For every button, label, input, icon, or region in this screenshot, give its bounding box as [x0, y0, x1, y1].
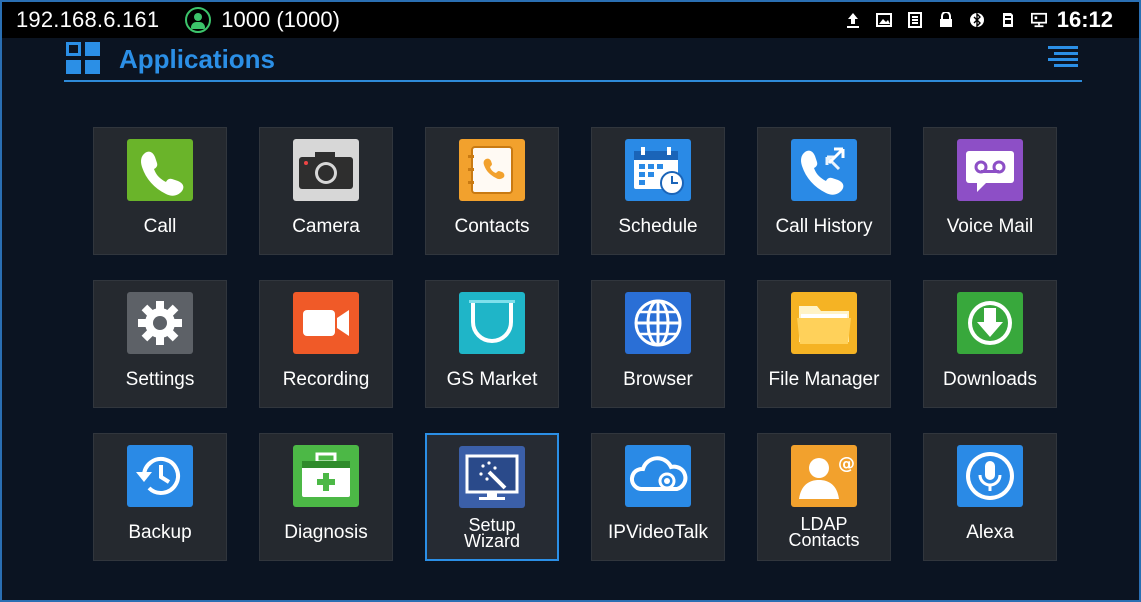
folder-icon	[791, 292, 857, 354]
app-label: Diagnosis	[284, 522, 368, 543]
download-icon	[957, 292, 1023, 354]
app-label: Call	[143, 216, 177, 237]
clock: 16:12	[1056, 7, 1113, 32]
sim-icon	[907, 12, 923, 28]
app-label: Contacts	[454, 216, 530, 237]
globe-icon	[625, 292, 691, 354]
lock-icon	[938, 12, 954, 28]
ip-address: 192.168.6.161	[16, 7, 160, 32]
app-tile-alexa[interactable]: Alexa	[923, 433, 1057, 561]
page-title: Applications	[119, 44, 276, 74]
phone-icon	[127, 139, 193, 201]
app-tile-setup-wizard[interactable]: Setup Wizard	[425, 433, 559, 561]
menu-icon[interactable]	[1044, 46, 1078, 70]
app-tile-contacts[interactable]: Contacts	[425, 127, 559, 255]
app-label: Schedule	[618, 216, 698, 237]
cloud-video-icon	[625, 445, 691, 507]
bluetooth-icon	[969, 12, 985, 28]
setup-wizard-icon	[459, 446, 525, 508]
app-label: Alexa	[966, 522, 1014, 543]
app-label: GS Market	[446, 369, 538, 390]
camera-icon	[293, 139, 359, 201]
app-tile-voice-mail[interactable]: Voice Mail	[923, 127, 1057, 255]
backup-restore-icon	[127, 445, 193, 507]
market-bag-icon	[459, 292, 525, 354]
screen: 192.168.6.161 1000 (1000) 16:12 Applicat…	[0, 0, 1141, 602]
app-label: Downloads	[943, 369, 1037, 390]
image-icon	[875, 12, 892, 28]
app-label: Call History	[775, 216, 873, 237]
ldap-contact-icon: @	[791, 445, 857, 507]
app-tile-downloads[interactable]: Downloads	[923, 280, 1057, 408]
app-tile-gs-market[interactable]: GS Market	[425, 280, 559, 408]
app-tile-schedule[interactable]: Schedule	[591, 127, 725, 255]
app-tile-diagnosis[interactable]: Diagnosis	[259, 433, 393, 561]
voicemail-icon	[957, 139, 1023, 201]
app-tile-call[interactable]: Call	[93, 127, 227, 255]
app-tile-camera[interactable]: Camera	[259, 127, 393, 255]
app-label: Browser	[623, 369, 693, 390]
applications-icon	[66, 42, 102, 76]
app-label: Backup	[128, 522, 192, 543]
call-history-icon	[791, 139, 857, 201]
upload-icon	[845, 12, 861, 28]
app-label: File Manager	[768, 369, 880, 390]
app-tile-recording[interactable]: Recording	[259, 280, 393, 408]
app-label: Settings	[125, 369, 195, 390]
calendar-clock-icon	[625, 139, 691, 201]
app-tile-settings[interactable]: Settings	[93, 280, 227, 408]
app-label: Voice Mail	[946, 216, 1034, 237]
status-icons: 16:12	[830, 2, 1113, 38]
account-status[interactable]: 1000 (1000)	[185, 7, 340, 33]
app-tile-backup[interactable]: Backup	[93, 433, 227, 561]
svg-text:@: @	[838, 454, 855, 474]
app-label: LDAP Contacts	[788, 514, 860, 550]
first-aid-kit-icon	[293, 445, 359, 507]
app-tile-browser[interactable]: Browser	[591, 280, 725, 408]
app-label: Camera	[292, 216, 360, 237]
app-label: Recording	[282, 369, 370, 390]
contacts-book-icon	[459, 139, 525, 201]
gear-icon	[127, 292, 193, 354]
network-icon	[1030, 12, 1047, 28]
app-tile-ipvideotalk[interactable]: IPVideoTalk	[591, 433, 725, 561]
status-bar: 192.168.6.161 1000 (1000) 16:12	[2, 2, 1139, 38]
app-tile-ldap-contacts[interactable]: @ LDAP Contacts	[757, 433, 891, 561]
app-header: Applications	[64, 40, 1082, 82]
video-record-icon	[293, 292, 359, 354]
microphone-icon	[957, 445, 1023, 507]
account-label: 1000 (1000)	[221, 7, 340, 32]
account-icon	[185, 7, 212, 33]
app-tile-file-manager[interactable]: File Manager	[757, 280, 891, 408]
sd-card-icon	[1000, 12, 1016, 28]
app-label: Setup Wizard	[463, 515, 520, 551]
app-tile-call-history[interactable]: Call History	[757, 127, 891, 255]
app-label: IPVideoTalk	[608, 522, 708, 543]
